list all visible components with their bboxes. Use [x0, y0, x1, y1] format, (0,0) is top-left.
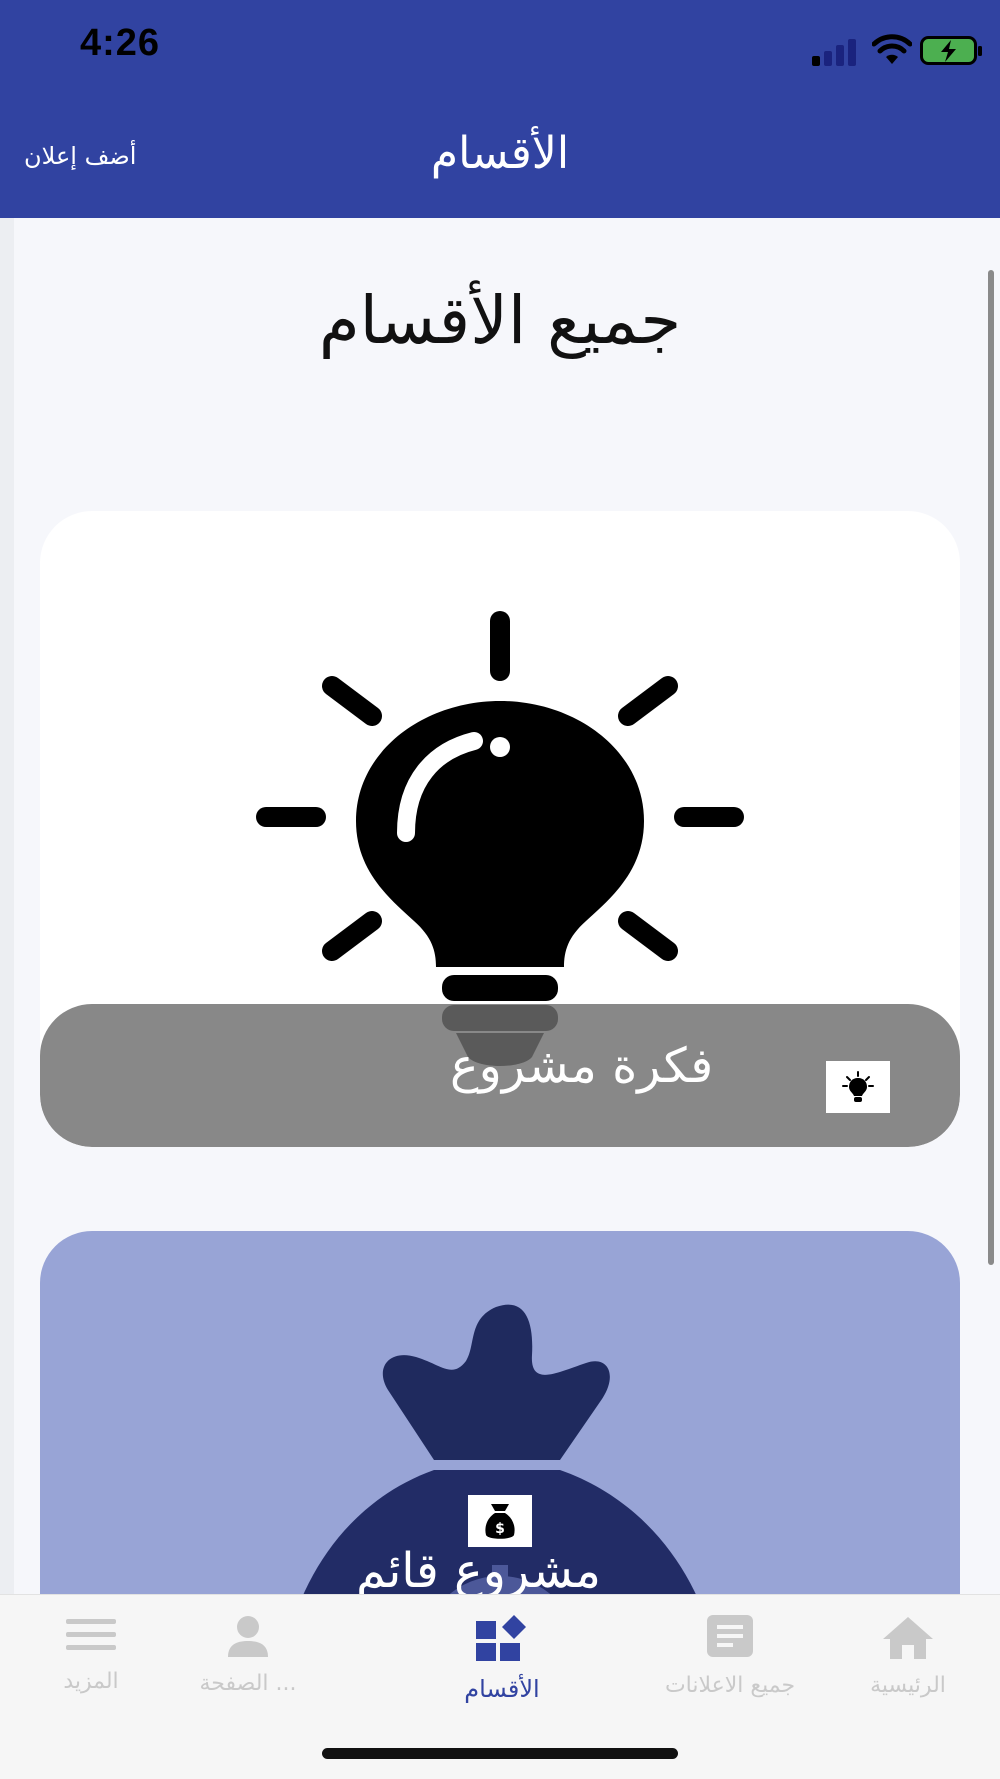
content-edge	[0, 218, 14, 1594]
tab-profile[interactable]: الصفحة ...	[148, 1615, 348, 1696]
tab-label: جميع الاعلانات	[664, 1673, 796, 1698]
category-label: فكرة مشروع	[450, 1038, 714, 1094]
page-heading: جميع الأقسام	[318, 282, 682, 359]
status-icons	[770, 34, 982, 68]
category-label: مشروع قائم	[356, 1543, 601, 1599]
categories-icon	[476, 1615, 526, 1661]
tab-label: الأقسام	[464, 1675, 540, 1703]
category-card-project-idea[interactable]: فكرة مشروع	[40, 511, 960, 1147]
home-icon	[883, 1617, 933, 1659]
scrollbar[interactable]	[988, 270, 994, 1265]
tab-all-ads[interactable]: جميع الاعلانات	[630, 1615, 830, 1698]
header: 4:26 أضف إعلان الأقسام	[0, 0, 1000, 218]
lightbulb-icon	[256, 611, 744, 1066]
home-indicator	[322, 1748, 678, 1759]
svg-text:$: $	[495, 1521, 505, 1537]
status-time: 4:26	[80, 22, 161, 64]
battery-charging-icon	[920, 36, 982, 65]
lightbulb-icon	[826, 1061, 890, 1113]
wifi-icon	[872, 34, 912, 64]
category-card-existing-project[interactable]: $ مشروع قائم	[40, 1231, 960, 1651]
nav-title: الأقسام	[430, 128, 570, 179]
tab-label: الصفحة ...	[199, 1671, 297, 1696]
card-banner: فكرة مشروع	[40, 1004, 960, 1147]
tab-categories[interactable]: الأقسام	[402, 1615, 602, 1703]
tab-label: الرئيسية	[870, 1673, 946, 1698]
tab-home[interactable]: الرئيسية	[808, 1615, 1000, 1698]
person-icon	[228, 1616, 268, 1657]
money-bag-icon: $	[468, 1495, 532, 1547]
cellular-signal-icon	[812, 38, 862, 66]
document-icon	[707, 1615, 753, 1657]
menu-icon	[66, 1619, 116, 1650]
